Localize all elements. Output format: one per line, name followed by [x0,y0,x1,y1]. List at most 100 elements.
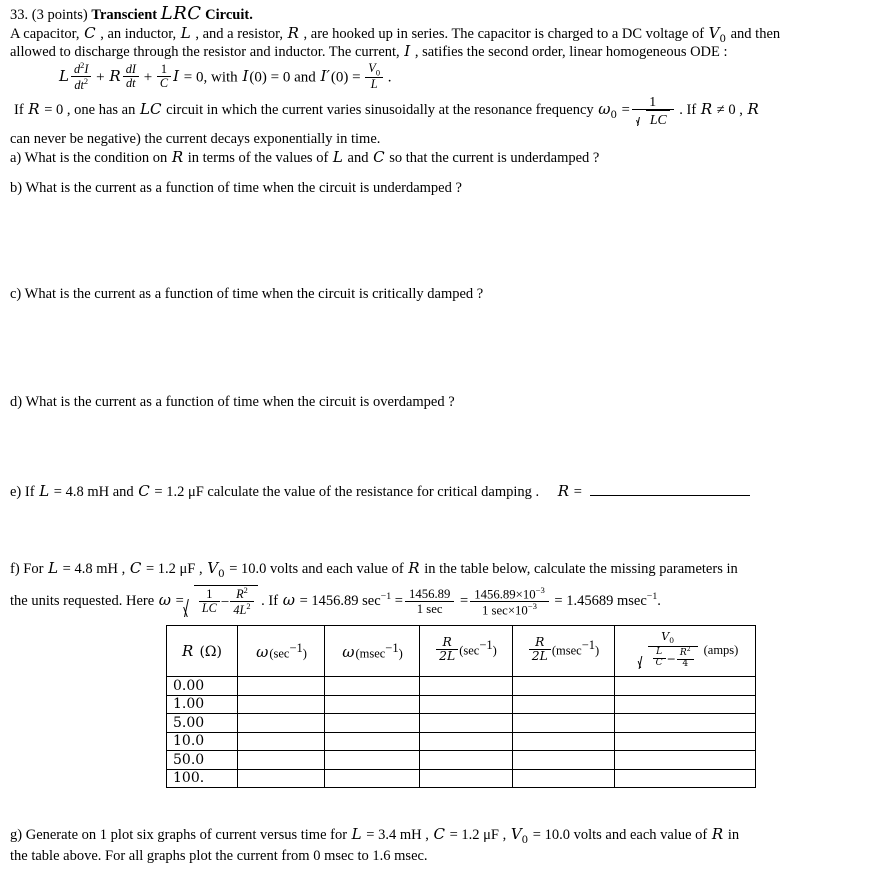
cell-omega-msec[interactable] [324,731,420,751]
part-f-var-C: C [129,559,142,577]
cell-omega-msec[interactable] [324,750,420,770]
ode-and: and [294,69,316,86]
part-f-for: For [23,561,44,577]
part-f-text-3: . If [261,593,279,610]
cell-amps[interactable] [614,768,756,788]
res-R: R [28,100,40,119]
part-e-answer-blank[interactable] [589,481,750,496]
cell-R-value: 50.0 [166,750,238,770]
res-R2: R [700,100,713,119]
cell-r2l-sec[interactable] [419,713,513,733]
part-c-text: What is the current as a function of tim… [24,286,484,302]
col-header-R: R (Ω) [166,625,238,677]
part-e-equals: = [573,483,582,500]
intro-text-e: and then [730,26,781,42]
part-e-val-C: = 1.2 μF [154,483,204,500]
cell-r2l-sec[interactable] [419,676,513,696]
cell-omega-sec[interactable] [237,750,325,770]
var-L: L [180,24,191,42]
res-LC: LC [139,100,162,119]
cell-r2l-msec[interactable] [512,768,615,788]
part-f-val-C: = 1.2 μF , [145,561,203,577]
cell-omega-sec[interactable] [237,768,325,788]
cell-omega-sec[interactable] [237,713,325,733]
part-d: d) What is the current as a function of … [10,394,455,411]
part-e-text-2: calculate the value of the resistance fo… [207,483,540,500]
part-g-val-V0: = 10.0 volts and each value of [532,827,708,843]
part-f-line-1: f) For L = 4.8 mH , C = 1.2 μF , V0 = 10… [10,559,738,581]
frac-L-over-C: LC [652,647,666,669]
part-e-var-C: C [138,481,150,500]
cell-r2l-sec[interactable] [419,731,513,751]
res-equals: = [621,102,630,119]
cell-r2l-msec[interactable] [512,750,615,770]
part-f-units-text: the units requested. Here [10,593,155,610]
frac-V0-over-sqrt: V0 L C − R2 4 [634,631,702,670]
part-b-text: What is the current as a function of tim… [25,180,462,196]
part-f-result: = 1.45689 msec−1. [554,591,661,610]
cell-r2l-msec[interactable] [512,694,615,714]
cell-amps[interactable] [614,750,756,770]
part-d-label: d) [10,394,23,410]
cell-omega-msec[interactable] [324,676,420,696]
table-row: 100. [166,768,756,788]
cell-amps[interactable] [614,676,756,696]
table-body: 0.00 1.00 5.00 10.0 50.0 100. [166,676,756,788]
intro-text-f: allowed to discharge through the resisto… [10,44,400,60]
cell-omega-msec[interactable] [324,713,420,733]
part-c-label: c) [10,286,22,302]
cell-omega-msec[interactable] [324,694,420,714]
part-g-var-C: C [433,825,445,843]
problem-points: (3 points) [31,7,88,23]
ode-one-over-C: 1C [156,62,172,91]
ode-first-derivative: dI dt [122,62,139,91]
part-e: e) If L = 4.8 mH and C = 1.2 μF calculat… [10,481,750,500]
cell-omega-msec[interactable] [324,768,420,788]
part-f-var-R: R [408,559,420,577]
ode-with: , with [203,69,238,86]
part-e-val-L: = 4.8 mH [53,483,110,500]
table-row: 0.00 [166,676,756,696]
cell-r2l-msec[interactable] [512,713,615,733]
cell-R-value: 1.00 [166,694,238,714]
part-f-omega: ω [158,591,172,610]
cell-r2l-sec[interactable] [419,694,513,714]
part-g-var-L: L [351,825,362,843]
part-a-text-4: so that the current is underdamped ? [389,150,600,166]
part-e-label: e) [10,483,22,500]
cell-amps[interactable] [614,694,756,714]
cell-r2l-msec[interactable] [512,676,615,696]
ode-V0-over-L: V0 L [365,61,383,92]
worksheet-page: 33. (3 points) Transcient LRC Circuit. A… [0,0,870,880]
table-row: 1.00 [166,694,756,714]
part-g-line-1: g) Generate on 1 plot six graphs of curr… [10,825,740,847]
part-f-sqrt: 1 LC − R2 4L2 [184,585,258,619]
ode-L: L [59,67,69,86]
cell-r2l-sec[interactable] [419,750,513,770]
part-f-frac-sec: 1456.89 1 sec [404,587,455,616]
part-g-text-2: in [727,827,740,843]
part-f-val-L: = 4.8 mH , [62,561,126,577]
cell-amps[interactable] [614,713,756,733]
part-b-label: b) [10,180,23,196]
cell-omega-sec[interactable] [237,676,325,696]
cell-omega-sec[interactable] [237,694,325,714]
part-g-var-V0: V0 [510,825,529,846]
part-a-text-3: and [347,150,369,166]
table-row: 5.00 [166,713,756,733]
sqrt-L-C-minus-R2-4: L C − R2 4 [638,645,698,671]
part-e-var-R: R [557,481,570,500]
var-C: C [84,24,96,42]
cell-amps[interactable] [614,731,756,751]
ode-period: . [387,69,392,86]
cell-omega-sec[interactable] [237,731,325,751]
cell-r2l-sec[interactable] [419,768,513,788]
res-text-2: circuit in which the current varies sinu… [166,102,594,119]
cell-r2l-msec[interactable] [512,731,615,751]
part-f-val-V0: = 10.0 volts and each value of [229,561,404,577]
part-f-frac-msec: 1456.89×10−3 1 sec×10−3 [470,585,549,618]
part-g-label: g) [10,827,23,843]
cell-R-value: 100. [166,768,238,788]
table-header-row: R (Ω) ω(sec−1) ω(msec−1) R 2L (sec−1) R 2L(… [166,625,756,677]
part-a-var-L: L [332,148,343,166]
